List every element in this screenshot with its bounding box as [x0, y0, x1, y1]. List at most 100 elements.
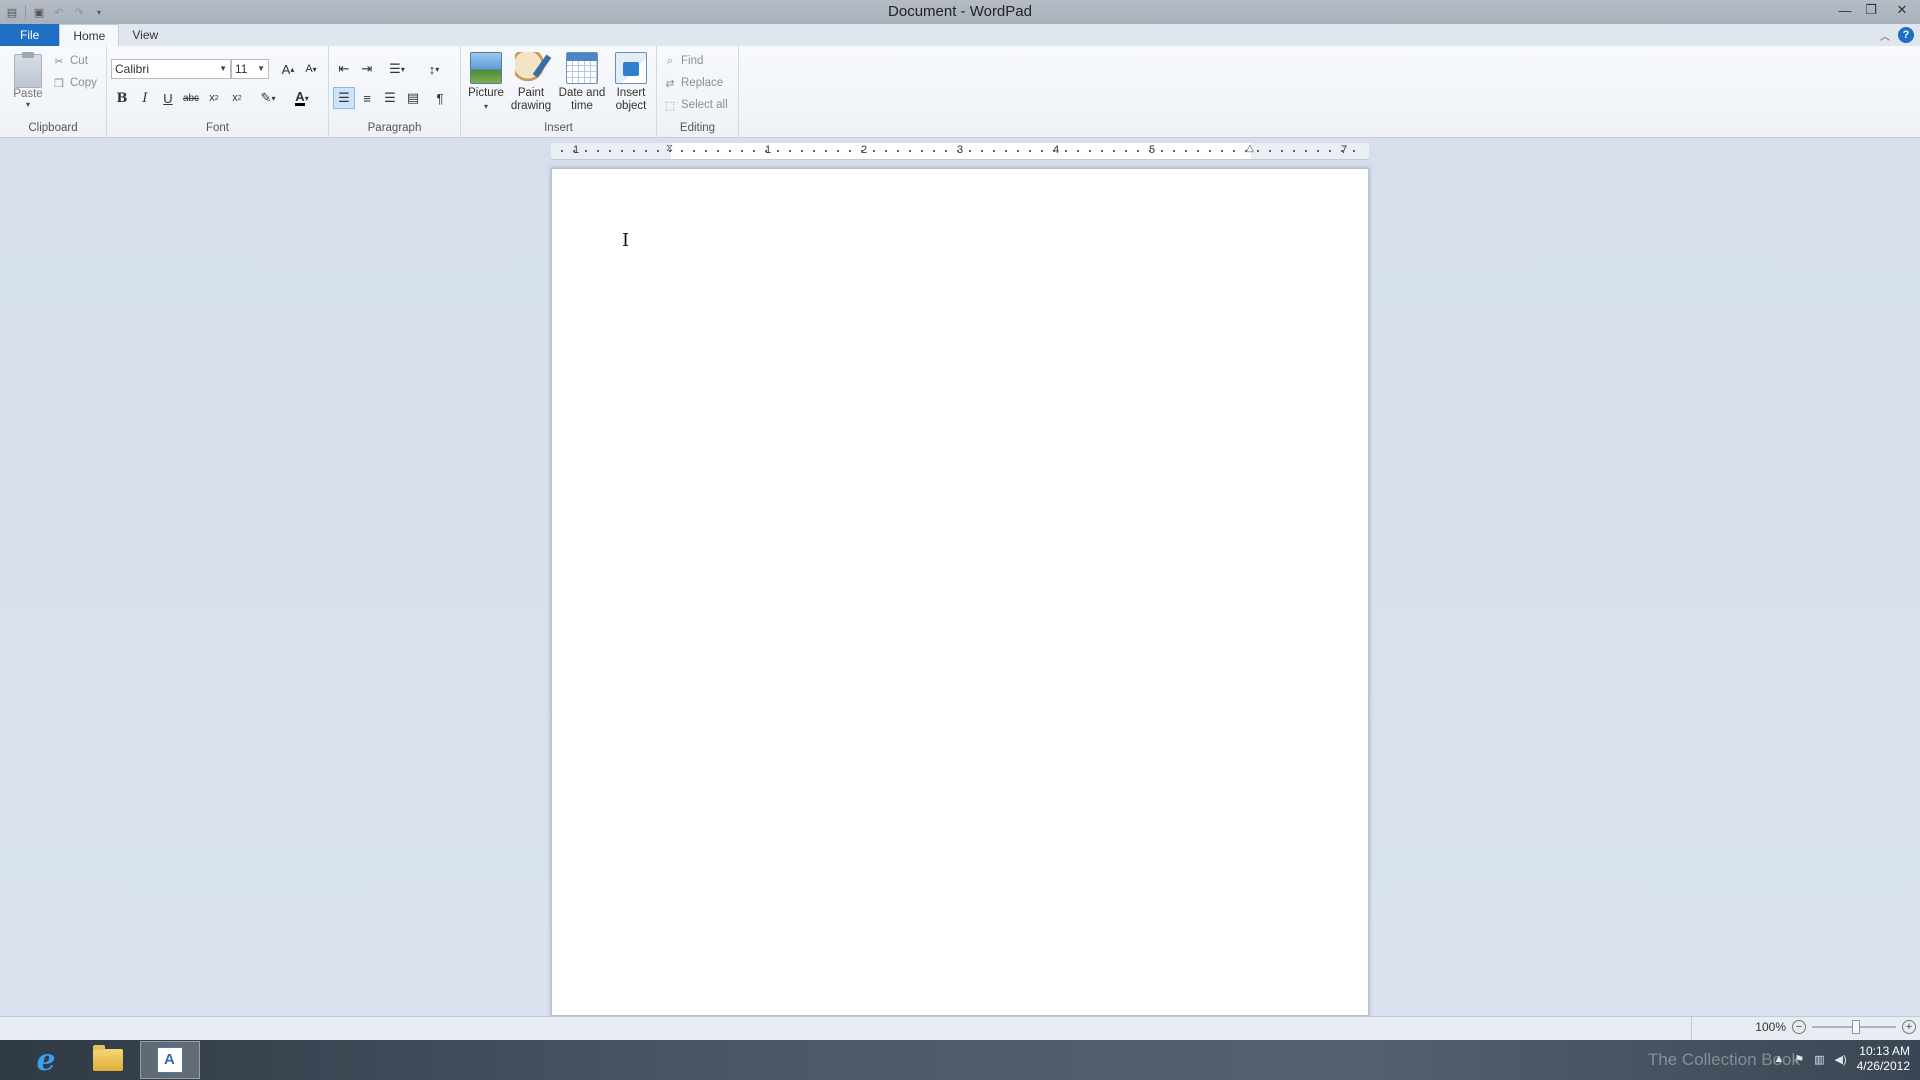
insert-object-icon [615, 52, 647, 84]
taskbar-file-explorer[interactable] [78, 1041, 138, 1079]
network-icon[interactable]: ▥ [1814, 1053, 1824, 1066]
redo-icon[interactable]: ↷ [69, 2, 89, 22]
grow-font-button[interactable]: A ▴ [277, 58, 299, 80]
zoom-level: 100% [1755, 1020, 1786, 1034]
paint-label-line2: drawing [510, 100, 552, 112]
action-center-icon[interactable]: ⚑ [1794, 1053, 1804, 1066]
ruler-tick [981, 150, 983, 152]
ruler-tick [945, 150, 947, 152]
find-button[interactable]: ⌕ Find [663, 54, 703, 68]
bold-button[interactable]: B [111, 87, 133, 109]
highlight-color-button[interactable]: ✎ ▾ [253, 87, 283, 109]
date-label-line2: time [571, 100, 593, 112]
shrink-font-button[interactable]: A ▾ [300, 58, 322, 80]
copy-icon: ❐ [54, 77, 64, 90]
select-all-icon: ⬚ [664, 99, 676, 112]
ruler-tick [585, 150, 587, 152]
paste-button[interactable]: Paste ▾ [10, 52, 46, 109]
copy-button[interactable]: ❐ Copy [52, 76, 97, 90]
tab-view[interactable]: View [119, 24, 171, 46]
title-bar: ▤ ▣ ↶ ↷ ▾ Document - WordPad — ❐ ✕ [0, 0, 1920, 24]
ruler-tick [921, 150, 923, 152]
ruler-tick [1053, 150, 1055, 152]
font-size-select[interactable]: 11 ▼ [231, 59, 269, 79]
ruler-tick [1029, 150, 1031, 152]
increase-indent-button[interactable]: ⇥ [356, 58, 378, 80]
align-right-button[interactable]: ☰ [379, 87, 401, 109]
align-center-button[interactable]: ≡ [356, 87, 378, 109]
zoom-slider[interactable] [1812, 1020, 1896, 1034]
minimize-ribbon-icon[interactable]: ︿ [1880, 28, 1890, 43]
ruler-tick [1341, 150, 1343, 152]
bullets-button[interactable]: ☰ ▾ [382, 58, 412, 80]
paint-drawing-button[interactable]: Paint drawing [508, 52, 554, 113]
font-family-select[interactable]: Calibri ▼ [111, 59, 231, 79]
close-button[interactable]: ✕ [1884, 0, 1920, 20]
line-spacing-button[interactable]: ↕ ▾ [419, 58, 449, 80]
underline-button[interactable]: U [157, 87, 179, 109]
ruler-tick [1305, 150, 1307, 152]
ruler-tick [837, 150, 839, 152]
picture-button[interactable]: Picture ▾ [466, 52, 506, 113]
ruler-tick [1101, 150, 1103, 152]
replace-label: Replace [681, 77, 724, 89]
paragraph-group: ⇤ ⇥ ☰ ▾ ↕ ▾ ☰ ≡ ☰ ▤ ¶ Paragraph [329, 46, 461, 138]
taskbar-internet-explorer[interactable]: e [16, 1041, 76, 1079]
align-left-button[interactable]: ☰ [333, 87, 355, 109]
paste-icon [14, 52, 42, 88]
insert-object-button[interactable]: Insert object [610, 52, 652, 113]
customize-qat-icon[interactable]: ▾ [89, 2, 109, 22]
show-hidden-icons-icon[interactable]: ▲ [1773, 1053, 1784, 1065]
justify-button[interactable]: ▤ [402, 87, 424, 109]
ruler-tick [969, 150, 971, 152]
font-color-button[interactable]: A ▾ [287, 87, 317, 109]
save-icon[interactable]: ▣ [29, 2, 49, 22]
ruler-tick [633, 150, 635, 152]
ruler-tick [813, 150, 815, 152]
strikethrough-button[interactable]: abc [180, 87, 202, 109]
ruler-tick [789, 150, 791, 152]
picture-dropdown-icon: ▾ [483, 102, 488, 111]
cut-button[interactable]: ✂ Cut [52, 54, 88, 68]
ribbon-right-controls: ︿ ? [1880, 27, 1914, 43]
right-indent-marker[interactable]: △ [1246, 143, 1254, 154]
ruler-tick [885, 150, 887, 152]
italic-button[interactable]: I [134, 87, 156, 109]
tab-file[interactable]: File [0, 24, 60, 46]
picture-icon [470, 52, 502, 84]
subscript-button[interactable]: x2 [203, 87, 225, 109]
ruler-tick [801, 150, 803, 152]
qat-divider [25, 5, 26, 19]
undo-icon[interactable]: ↶ [49, 2, 69, 22]
horizontal-ruler[interactable]: 1 1 2 3 4 5 7 ⧖ △ [551, 143, 1369, 160]
wordpad-icon [157, 1047, 183, 1073]
calendar-clock-icon [566, 52, 598, 84]
paragraph-group-label: Paragraph [367, 122, 422, 134]
select-all-button[interactable]: ⬚ Select all [663, 98, 728, 112]
clock[interactable]: 10:13 AM 4/26/2012 [1857, 1044, 1910, 1074]
date-and-time-button[interactable]: Date and time [556, 52, 608, 113]
paragraph-settings-button[interactable]: ¶ [429, 87, 451, 109]
volume-icon[interactable]: ◀) [1834, 1053, 1846, 1066]
ruler-tick [669, 150, 671, 152]
restore-button[interactable]: ❐ [1858, 0, 1884, 20]
clock-date: 4/26/2012 [1856, 1059, 1910, 1073]
document-page[interactable] [551, 168, 1369, 1016]
status-divider [1691, 1017, 1692, 1041]
minimize-button[interactable]: — [1832, 0, 1858, 20]
zoom-slider-thumb[interactable] [1852, 1020, 1860, 1034]
wordpad-app-icon[interactable]: ▤ [2, 2, 22, 22]
tab-home[interactable]: Home [59, 24, 120, 46]
ruler-tick [573, 150, 575, 152]
help-icon[interactable]: ? [1898, 27, 1914, 43]
superscript-button[interactable]: x2 [226, 87, 248, 109]
ruler-tick [1353, 150, 1355, 152]
clock-time: 10:13 AM [1859, 1044, 1910, 1058]
decrease-indent-button[interactable]: ⇤ [333, 58, 355, 80]
zoom-in-icon[interactable]: + [1902, 1020, 1916, 1034]
taskbar-wordpad[interactable] [140, 1041, 200, 1079]
ruler-tick [765, 150, 767, 152]
zoom-out-icon[interactable]: − [1792, 1020, 1806, 1034]
first-line-indent-marker[interactable]: ⧖ [666, 143, 673, 154]
replace-button[interactable]: ⇄ Replace [663, 76, 723, 90]
